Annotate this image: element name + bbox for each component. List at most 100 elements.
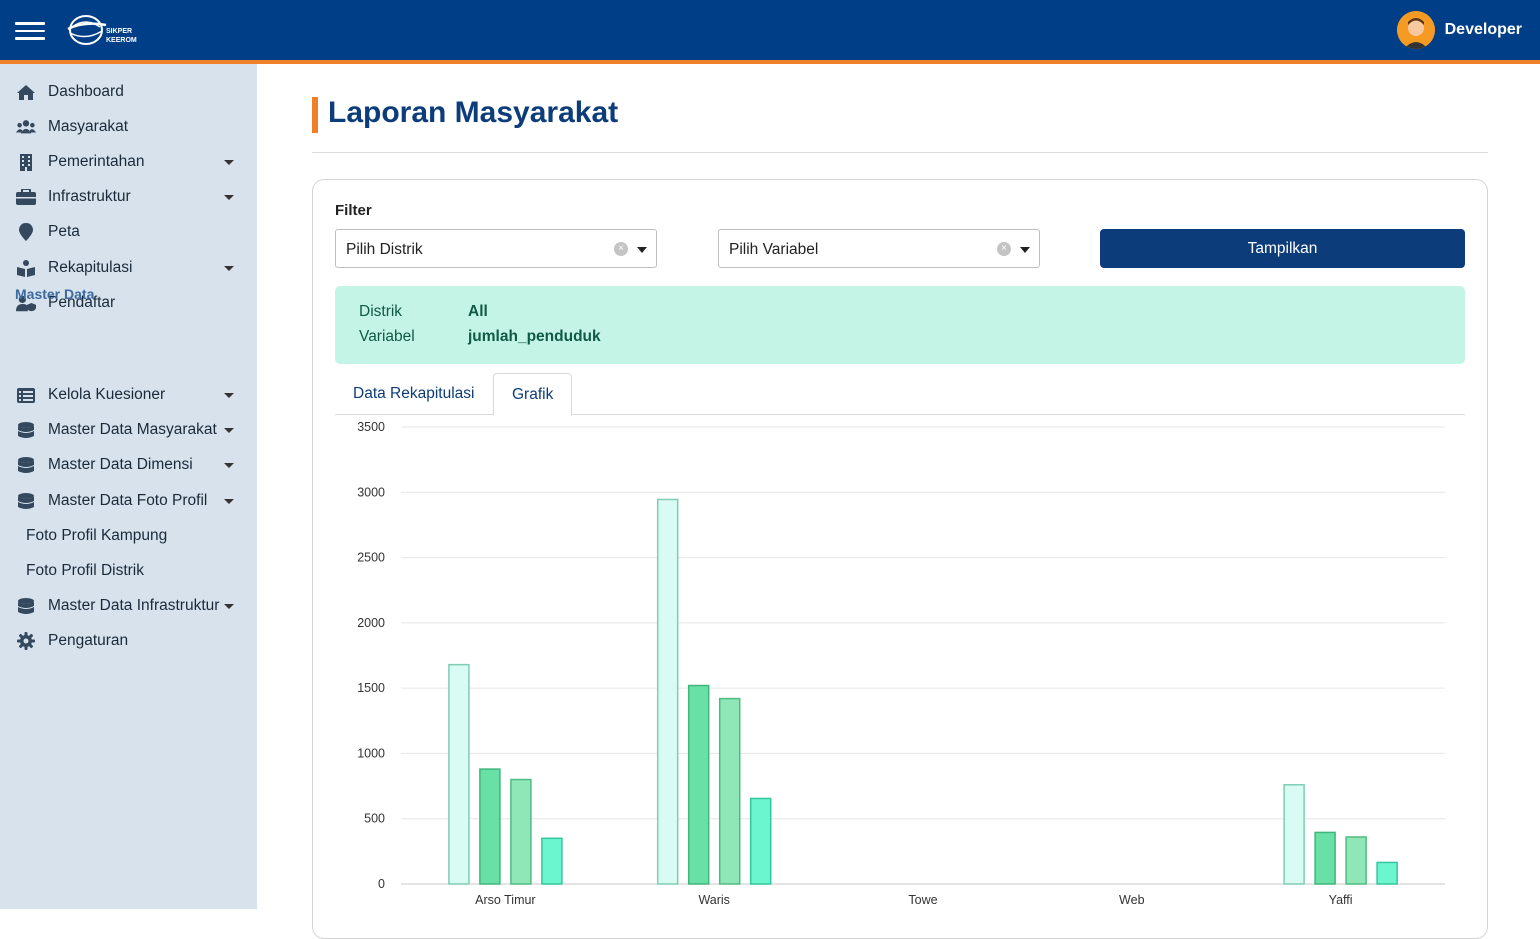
info-distrik-value: All	[468, 303, 488, 320]
sidebar-item-peta[interactable]: Peta	[0, 217, 257, 247]
sidebar-item-master-data-dimensi[interactable]: Master Data Dimensi	[0, 450, 257, 480]
bar-chart: 0 500 1000 1500 2000 2500 3000 3500 Arso Timur Wa…	[357, 420, 1445, 907]
tab-bar: Data Rekapitulasi Grafik	[335, 373, 1465, 416]
sidebar-subitem-foto-profil-kampung[interactable]: Foto Profil Kampung	[0, 521, 257, 551]
tampilkan-button[interactable]: Tampilkan	[1100, 229, 1465, 268]
sidebar-item-masyarakat[interactable]: Masyarakat	[0, 112, 257, 142]
chart-bar	[1283, 784, 1305, 885]
chart-bar	[1345, 836, 1367, 885]
sidebar-item-label: Master Data Masyarakat	[48, 421, 217, 438]
sidebar-item-pengaturan[interactable]: Pengaturan	[0, 626, 257, 656]
clear-icon[interactable]: ×	[997, 242, 1011, 256]
chart-bar	[656, 498, 679, 885]
y-tick-label: 1500	[357, 681, 385, 695]
distrik-select-placeholder: Pilih Distrik	[346, 241, 423, 258]
info-variabel-value: jumlah_penduduk	[468, 328, 601, 345]
distrik-select[interactable]: Pilih Distrik ×	[335, 229, 657, 268]
sidebar-item-label: Masyarakat	[48, 118, 129, 135]
chart-bar	[510, 778, 532, 885]
chart-bar	[448, 663, 470, 885]
x-tick-label: Waris	[698, 893, 729, 907]
sidebar-item-label: Rekapitulasi	[48, 259, 133, 276]
user-menu[interactable]: Developer	[1396, 11, 1522, 49]
x-tick-label: Web	[1119, 893, 1145, 907]
sidebar-item-label: Master Data Infrastruktur	[48, 597, 220, 614]
chart-bar	[749, 797, 772, 885]
variabel-select[interactable]: Pilih Variabel ×	[718, 229, 1040, 268]
reading-icon	[16, 259, 36, 277]
chart-bar	[718, 697, 741, 885]
y-tick-label: 2000	[357, 616, 385, 630]
building-icon	[16, 153, 36, 171]
home-icon	[16, 83, 36, 101]
sidebar-item-label: Master Data Foto Profil	[48, 492, 208, 509]
info-variabel-key: Variabel	[359, 328, 415, 345]
sidebar-item-label: Master Data Dimensi	[48, 456, 193, 473]
sidebar-item-pemerintahan[interactable]: Pemerintahan	[0, 147, 257, 177]
chevron-down-icon	[224, 265, 234, 271]
app-logo[interactable]: SIKPER KEEROM	[66, 11, 146, 49]
chevron-down-icon	[224, 462, 234, 468]
chart-bar	[479, 768, 501, 885]
sidebar-item-label: Foto Profil Distrik	[26, 562, 144, 579]
database-icon	[16, 597, 36, 615]
sidebar-section-heading: Master Data	[15, 286, 95, 302]
title-accent-bar	[312, 97, 318, 133]
sidebar-subitem-foto-profil-distrik[interactable]: Foto Profil Distrik	[0, 556, 257, 586]
user-name: Developer	[1444, 21, 1522, 38]
x-tick-label: Yaffi	[1329, 893, 1353, 907]
database-icon	[16, 492, 36, 510]
tab-data-rekapitulasi[interactable]: Data Rekapitulasi	[335, 373, 492, 415]
info-distrik-key: Distrik	[359, 303, 403, 320]
gear-icon	[16, 632, 36, 650]
chevron-down-icon[interactable]	[1020, 247, 1030, 253]
sidebar-item-master-data-foto-profil[interactable]: Master Data Foto Profil	[0, 486, 257, 516]
filter-summary-box: Distrik All Variabel jumlah_penduduk	[335, 286, 1465, 364]
sidebar-item-master-data-infrastruktur[interactable]: Master Data Infrastruktur	[0, 591, 257, 621]
chart-bar	[1376, 861, 1398, 885]
variabel-select-placeholder: Pilih Variabel	[729, 241, 819, 258]
y-tick-label: 500	[364, 812, 385, 826]
x-tick-label: Towe	[908, 893, 937, 907]
sidebar-item-label: Pemerintahan	[48, 153, 145, 170]
list-icon	[16, 386, 36, 404]
chevron-down-icon	[224, 159, 234, 165]
chevron-down-icon[interactable]	[637, 247, 647, 253]
chevron-down-icon	[224, 392, 234, 398]
y-tick-label: 3000	[357, 485, 385, 499]
avatar	[1396, 11, 1435, 49]
briefcase-icon	[16, 188, 36, 206]
divider	[312, 152, 1488, 153]
sidebar-item-master-data-masyarakat[interactable]: Master Data Masyarakat	[0, 415, 257, 445]
y-tick-label: 0	[378, 877, 385, 891]
sidebar-item-label: Infrastruktur	[48, 188, 131, 205]
tab-grafik[interactable]: Grafik	[493, 373, 573, 416]
page-title: Laporan Masyarakat	[328, 96, 619, 129]
clear-icon[interactable]: ×	[614, 242, 628, 256]
chevron-down-icon	[224, 194, 234, 200]
y-tick-label: 2500	[357, 551, 385, 565]
chevron-down-icon	[224, 427, 234, 433]
sidebar-item-rekapitulasi[interactable]: Rekapitulasi	[0, 253, 257, 283]
logo-text-top: SIKPER	[106, 28, 132, 35]
map-marker-icon	[16, 223, 36, 241]
sidebar-item-label: Peta	[48, 223, 80, 240]
database-icon	[16, 456, 36, 474]
users-icon	[16, 118, 36, 136]
x-tick-label: Arso Timur	[475, 893, 535, 907]
y-tick-label: 3500	[357, 420, 385, 434]
filter-label: Filter	[335, 202, 372, 219]
logo-text-bottom: KEEROM	[106, 37, 137, 44]
sidebar-item-kelola-kuesioner[interactable]: Kelola Kuesioner	[0, 380, 257, 410]
hamburger-menu-icon[interactable]	[15, 22, 45, 40]
chart-bar	[1314, 831, 1336, 885]
chevron-down-icon	[224, 603, 234, 609]
sidebar-item-dashboard[interactable]: Dashboard	[0, 77, 257, 107]
chart-bar	[687, 684, 710, 885]
sidebar-item-label: Dashboard	[48, 83, 124, 100]
chevron-down-icon	[224, 498, 234, 504]
sidebar-item-label: Foto Profil Kampung	[26, 527, 168, 544]
chart-bar	[541, 837, 563, 885]
sidebar-item-infrastruktur[interactable]: Infrastruktur	[0, 182, 257, 212]
top-navbar: SIKPER KEEROM Developer	[0, 0, 1540, 60]
